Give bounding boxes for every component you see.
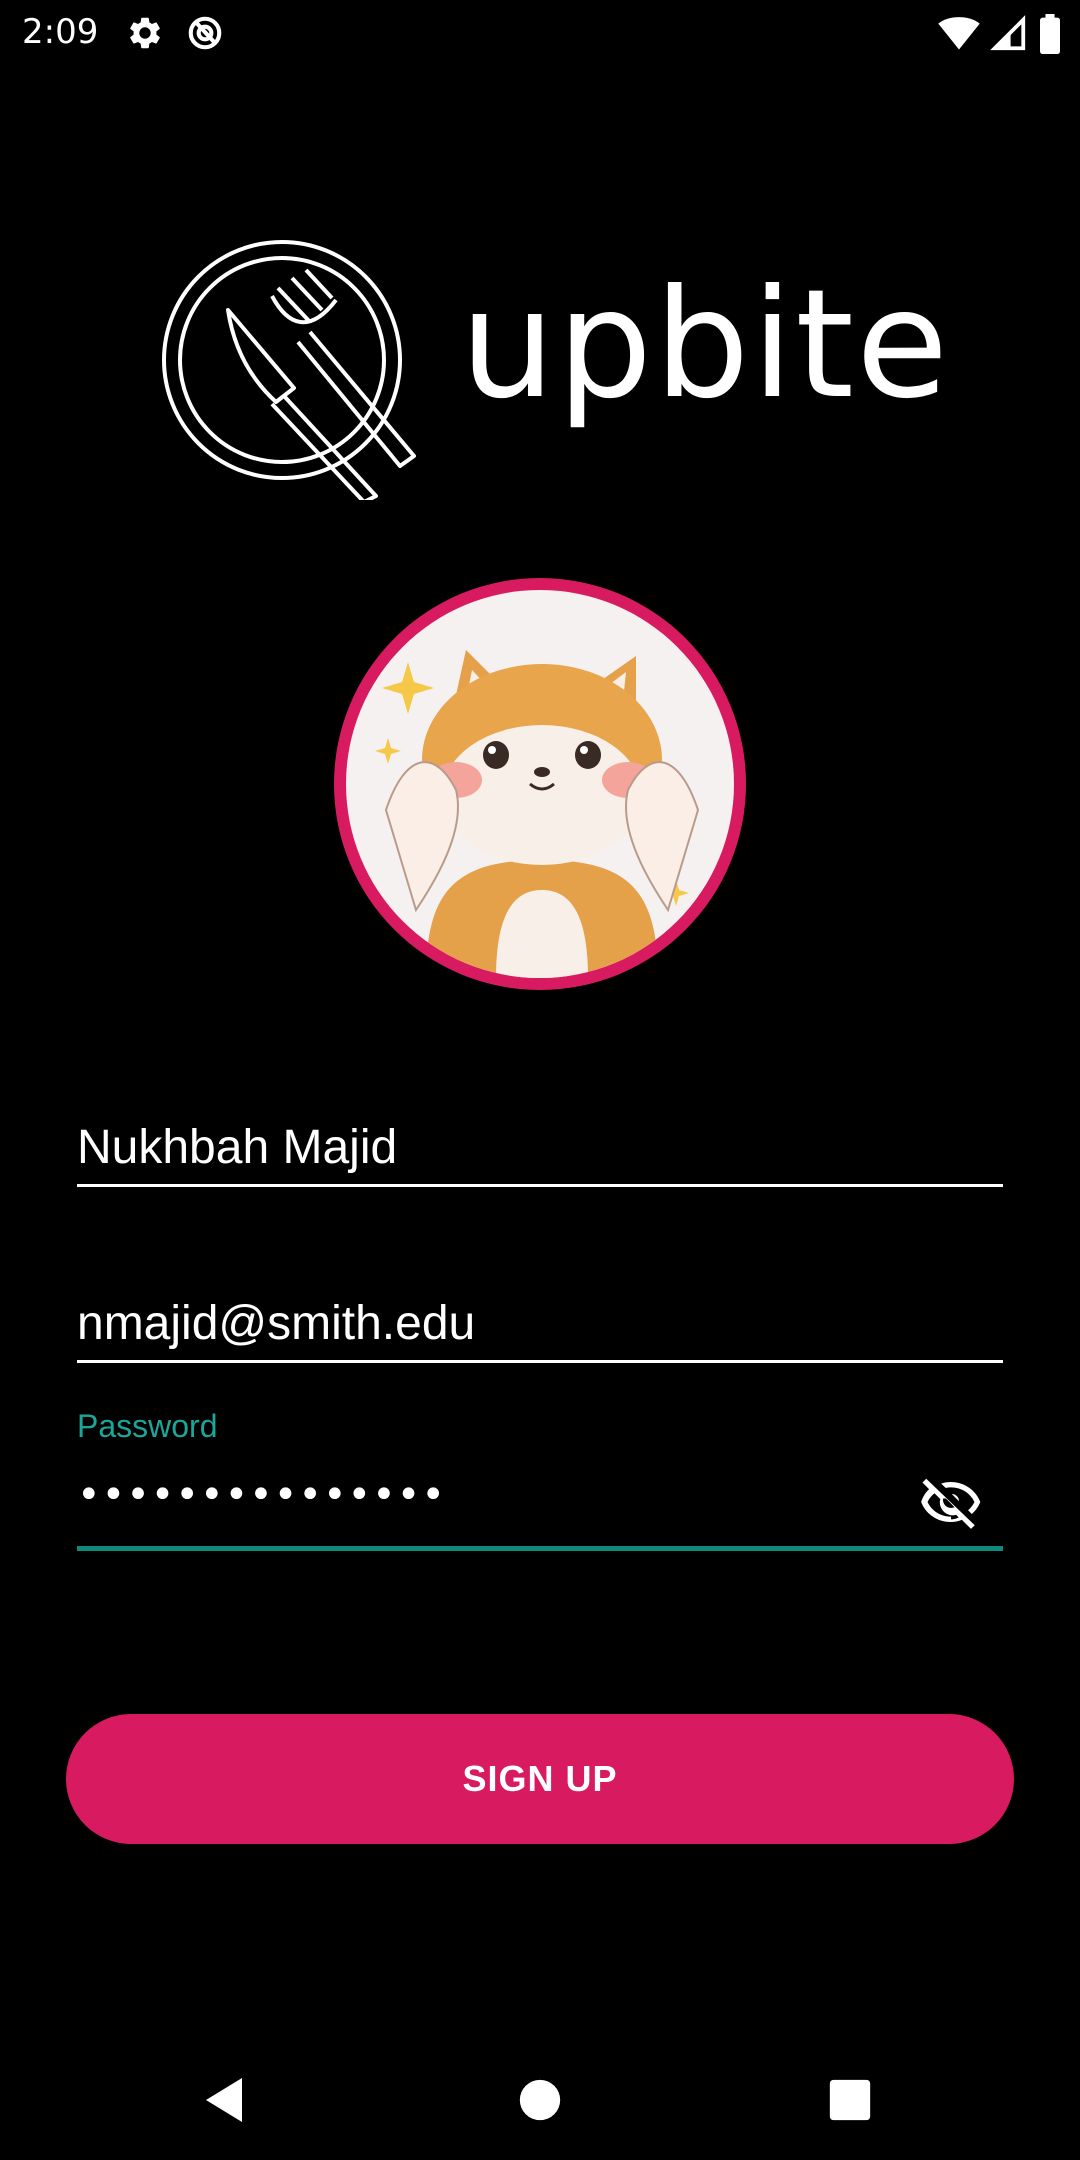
home-button[interactable]	[508, 2068, 572, 2132]
home-icon	[519, 2079, 561, 2121]
name-field[interactable]: Nukhbah Majid	[77, 1120, 1003, 1190]
back-icon	[206, 2078, 242, 2122]
wifi-icon	[938, 17, 980, 50]
recents-icon	[829, 2079, 871, 2121]
signal-icon	[990, 15, 1026, 51]
email-field[interactable]: nmajid@smith.edu	[77, 1296, 1003, 1366]
status-time: 2:09	[22, 12, 99, 52]
password-label: Password	[77, 1408, 218, 1444]
email-field-value: nmajid@smith.edu	[77, 1297, 476, 1350]
password-masked-value: •••••••••••••••	[77, 1472, 446, 1518]
password-underline	[77, 1546, 1003, 1551]
avatar[interactable]	[334, 578, 746, 990]
brand-name: upbite	[460, 258, 951, 432]
status-right-icons	[938, 14, 1062, 54]
settings-icon	[130, 17, 160, 49]
name-field-value: Nukhbah Majid	[77, 1121, 398, 1174]
data-saver-icon	[188, 16, 222, 50]
name-field-underline	[77, 1184, 1003, 1187]
navigation-bar	[0, 2040, 1080, 2160]
shiba-dog-icon	[375, 650, 700, 978]
battery-icon	[1040, 14, 1060, 54]
back-button[interactable]	[194, 2068, 258, 2132]
password-field[interactable]: •••••••••••••••	[77, 1470, 1003, 1551]
plate-fork-knife-icon	[162, 240, 416, 500]
recents-button[interactable]	[818, 2068, 882, 2132]
status-bar: 2:09	[0, 0, 1080, 66]
signup-button[interactable]: SIGN UP	[66, 1714, 1014, 1844]
eye-off-icon[interactable]	[919, 1470, 983, 1534]
avatar-image	[346, 590, 734, 978]
email-field-underline	[77, 1360, 1003, 1363]
